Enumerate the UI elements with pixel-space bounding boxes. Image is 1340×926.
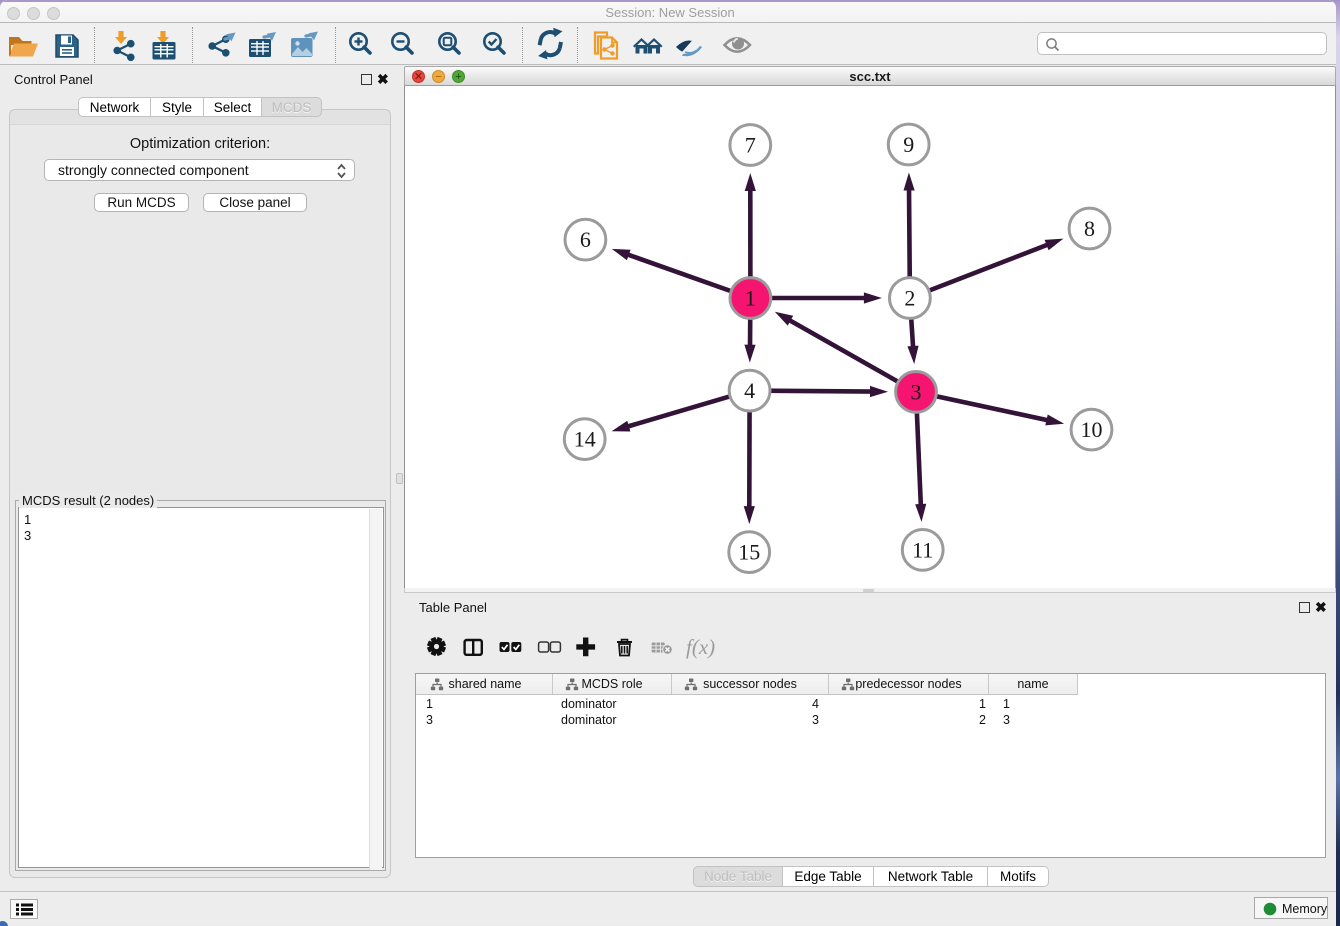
svg-text:8: 8 [1084,216,1095,241]
svg-text:f(x): f(x) [686,635,715,659]
svg-text:9: 9 [903,132,914,157]
svg-text:3: 3 [911,379,922,404]
svg-text:10: 10 [1081,417,1103,442]
svg-text:2: 2 [904,286,915,311]
svg-text:6: 6 [580,227,591,252]
svg-text:1: 1 [745,286,756,311]
svg-text:7: 7 [745,133,756,158]
svg-text:11: 11 [912,537,933,562]
svg-text:4: 4 [744,378,755,403]
svg-text:15: 15 [738,540,760,565]
svg-text:14: 14 [574,427,596,452]
